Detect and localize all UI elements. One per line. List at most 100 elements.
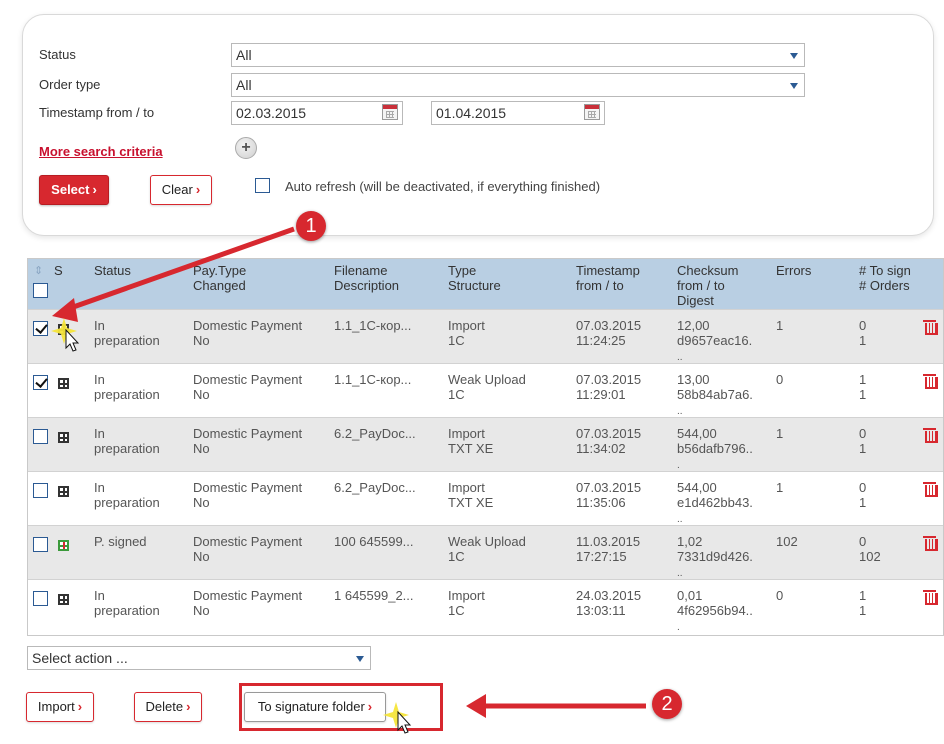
cell-type-line2: TXT XE: [448, 495, 494, 510]
calendar-icon[interactable]: [584, 104, 600, 120]
cell-checksum-line1: 1,02: [677, 534, 703, 549]
cell-tosign-line1: 0: [859, 426, 867, 441]
table-row[interactable]: In preparation Domestic Payment No 1.1_1C-…: [28, 309, 943, 363]
cell-checksum-line1: 13,00: [677, 372, 710, 387]
col-timestamp-label: Timestamp: [576, 263, 640, 278]
cell-type-line1: Import: [448, 318, 485, 333]
row-checkbox[interactable]: [33, 321, 48, 336]
col-tosign: # To sign # Orders: [859, 263, 911, 293]
cell-paytype-line2: No: [193, 549, 210, 564]
select-all-checkbox[interactable]: [33, 283, 48, 298]
cell-tosign-line2: 1: [859, 603, 867, 618]
cell-checksum-line3: .: [677, 622, 680, 633]
cell-tosign-line2: 102: [859, 549, 881, 564]
cell-tosign-line2: 1: [859, 441, 867, 456]
table-row[interactable]: In preparation Domestic Payment No 6.2_Pay…: [28, 417, 943, 471]
table-row[interactable]: In preparation Domestic Payment No 1 64559…: [28, 579, 943, 633]
sort-icon[interactable]: ⇕: [34, 264, 43, 277]
row-checkbox[interactable]: [33, 375, 48, 390]
date-from-input[interactable]: 02.03.2015: [231, 101, 403, 125]
row-checkbox[interactable]: [33, 591, 48, 606]
trash-icon[interactable]: [923, 428, 938, 443]
table-row[interactable]: In preparation Domestic Payment No 1.1_1C-…: [28, 363, 943, 417]
cell-type-line2: 1C: [448, 603, 465, 618]
cell-tosign-line1: 1: [859, 588, 867, 603]
order-status-icon: [58, 486, 69, 497]
cell-filename: 6.2_PayDoc...: [334, 426, 416, 441]
cell-checksum-line3: ..: [677, 352, 683, 363]
cell-tosign-line1: 0: [859, 318, 867, 333]
trash-icon[interactable]: [923, 482, 938, 497]
timestamp-label: Timestamp from / to: [39, 105, 155, 120]
cell-timestamp-line1: 07.03.2015: [576, 318, 642, 333]
cell-checksum: 544,00 e1d462bb43...: [677, 480, 753, 525]
select-action-value: Select action ...: [32, 650, 128, 666]
trash-icon[interactable]: [923, 590, 938, 605]
import-button[interactable]: Import ›: [26, 692, 94, 722]
table-row[interactable]: P. signed Domestic Payment No 100 645599.…: [28, 525, 943, 579]
col-changed-label: Changed: [193, 278, 246, 293]
cell-status: P. signed: [94, 534, 147, 549]
date-to-value: 01.04.2015: [436, 105, 507, 121]
trash-icon[interactable]: [923, 320, 938, 335]
row-checkbox[interactable]: [33, 483, 48, 498]
cell-paytype: Domestic Payment No: [193, 588, 302, 618]
cell-checksum: 544,00 b56dafb796...: [677, 426, 753, 471]
cell-status-line2: preparation: [94, 495, 160, 510]
row-checkbox[interactable]: [33, 429, 48, 444]
auto-refresh-checkbox[interactable]: [255, 178, 270, 193]
cell-checksum: 0,01 4f62956b94...: [677, 588, 753, 633]
cell-type: Import 1C: [448, 318, 485, 348]
col-type: Type Structure: [448, 263, 501, 293]
cell-type-line1: Weak Upload: [448, 372, 526, 387]
cell-checksum-line2: d9657eac16.: [677, 333, 753, 348]
cell-tosign-line2: 1: [859, 495, 867, 510]
cell-checksum-line3: .: [677, 460, 680, 471]
cell-checksum-line3: ..: [677, 514, 683, 525]
select-button[interactable]: Select ›: [39, 175, 109, 205]
calendar-icon[interactable]: [382, 104, 398, 120]
status-label: Status: [39, 47, 76, 62]
cell-paytype-line1: Domestic Payment: [193, 534, 303, 549]
more-search-criteria-link[interactable]: More search criteria: [39, 144, 163, 159]
import-button-label: Import: [37, 699, 75, 714]
col-orders-label: # Orders: [859, 278, 910, 293]
cell-filename: 100 645599...: [334, 534, 414, 549]
trash-icon[interactable]: [923, 536, 938, 551]
clear-button-label: Clear: [161, 182, 193, 197]
cell-status-line2: preparation: [94, 387, 160, 402]
cell-tosign: 11: [859, 372, 866, 402]
cell-status-line2: preparation: [94, 333, 160, 348]
cell-checksum-line2: b56dafb796..: [677, 441, 753, 456]
row-checkbox[interactable]: [33, 537, 48, 552]
col-errors: Errors: [776, 263, 812, 278]
trash-icon[interactable]: [923, 374, 938, 389]
cell-filename: 6.2_PayDoc...: [334, 480, 416, 495]
annotation-badge-2: 2: [652, 689, 682, 719]
col-paytype: Pay.Type Changed: [193, 263, 246, 293]
cell-filename: 1 645599_2...: [334, 588, 414, 603]
col-filename: Filename Description: [334, 263, 399, 293]
table-row[interactable]: In preparation Domestic Payment No 6.2_Pay…: [28, 471, 943, 525]
cell-status: In preparation: [94, 588, 160, 618]
chevron-down-icon: [356, 656, 364, 662]
order-type-select[interactable]: All: [231, 73, 805, 97]
cell-timestamp-line1: 07.03.2015: [576, 426, 642, 441]
status-select[interactable]: All: [231, 43, 805, 67]
clear-button[interactable]: Clear ›: [150, 175, 212, 205]
delete-button[interactable]: Delete ›: [134, 692, 202, 722]
order-status-icon: [58, 540, 69, 551]
order-status-icon: [58, 432, 69, 443]
arrow-2-head: [466, 694, 486, 718]
cell-status: In preparation: [94, 318, 160, 348]
cell-type: Import TXT XE: [448, 480, 493, 510]
cell-paytype-line2: No: [193, 333, 210, 348]
cell-checksum-line2: 4f62956b94..: [677, 603, 753, 618]
plus-icon[interactable]: +: [235, 137, 257, 159]
cell-paytype: Domestic Payment No: [193, 426, 302, 456]
cell-paytype: Domestic Payment No: [193, 534, 302, 564]
cell-checksum-line3: ..: [677, 406, 683, 417]
select-action-dropdown[interactable]: Select action ...: [27, 646, 371, 670]
cell-tosign-line1: 0: [859, 534, 867, 549]
date-to-input[interactable]: 01.04.2015: [431, 101, 605, 125]
